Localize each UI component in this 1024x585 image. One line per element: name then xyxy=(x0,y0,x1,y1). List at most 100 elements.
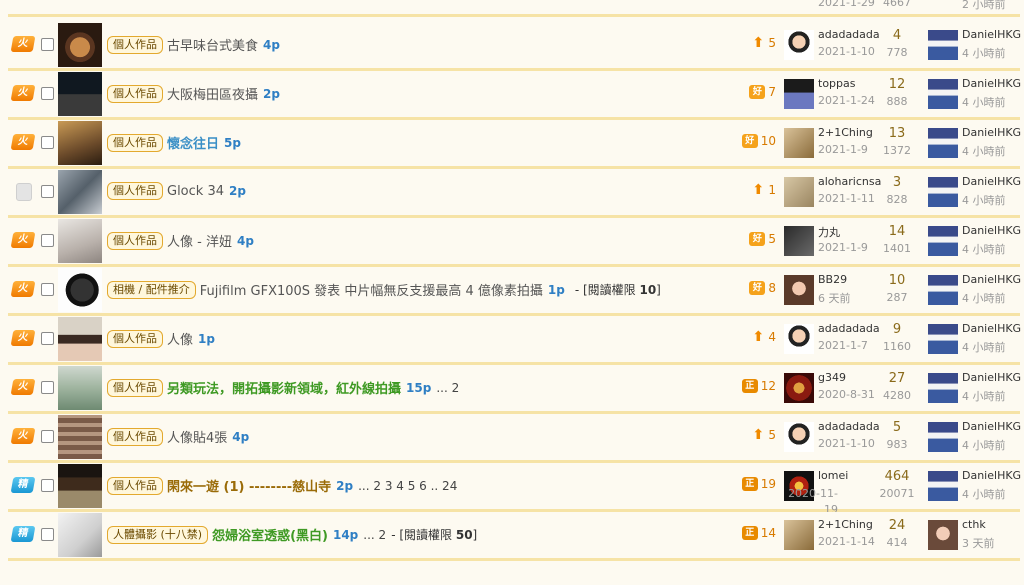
thread-thumbnail[interactable] xyxy=(58,219,102,263)
author-link[interactable]: adadadada xyxy=(818,322,880,335)
last-poster-link[interactable]: DanielHKG xyxy=(962,126,1021,139)
thread-thumbnail[interactable] xyxy=(58,121,102,165)
thread-row[interactable]: 火 個人作品 另類玩法，開拓攝影新領域，紅外線拍攝 15p ... 2 正 12 g34… xyxy=(8,365,1021,414)
thread-title-link[interactable]: 大阪梅田區夜攝 xyxy=(167,88,258,103)
category-tag[interactable]: 個人作品 xyxy=(107,476,163,495)
select-checkbox[interactable] xyxy=(41,38,54,51)
thread-row[interactable]: 精 個人作品 閑來一遊 (1) --------慈山寺 2p ... 2 3 4 5 … xyxy=(8,463,1021,516)
category-tag[interactable]: 個人作品 xyxy=(107,378,163,397)
thread-thumbnail[interactable] xyxy=(58,170,102,214)
thread-title-link[interactable]: Glock 34 xyxy=(167,184,224,199)
thread-row[interactable]: 精 人體攝影 (十八禁) 怨婦浴室透惑(黑白) 14p ... 2 - [閱讀權限 50… xyxy=(8,512,1020,561)
category-tag[interactable]: 個人作品 xyxy=(107,427,163,446)
last-poster-link[interactable]: DanielHKG xyxy=(962,77,1021,90)
last-poster-avatar[interactable] xyxy=(928,422,958,452)
category-tag[interactable]: 個人作品 xyxy=(107,84,163,103)
category-tag[interactable]: 個人作品 xyxy=(107,133,163,152)
thread-thumbnail[interactable] xyxy=(58,513,102,557)
category-tag[interactable]: 相機 / 配件推介 xyxy=(107,280,196,299)
last-poster-avatar[interactable] xyxy=(928,30,958,60)
last-poster-link[interactable]: DanielHKG xyxy=(962,175,1021,188)
last-poster-link[interactable]: DanielHKG xyxy=(962,420,1021,433)
last-poster-avatar[interactable] xyxy=(928,324,958,354)
select-checkbox[interactable] xyxy=(41,283,54,296)
page-links[interactable]: ... 2 xyxy=(363,528,386,542)
select-checkbox[interactable] xyxy=(41,430,54,443)
author-avatar[interactable] xyxy=(784,128,814,158)
last-poster-avatar[interactable] xyxy=(928,177,958,207)
category-tag[interactable]: 人體攝影 (十八禁) xyxy=(107,525,209,544)
select-checkbox[interactable] xyxy=(41,479,54,492)
author-avatar[interactable] xyxy=(784,226,814,256)
page-links[interactable]: ... 2 3 4 5 6 .. 24 xyxy=(358,479,457,493)
category-tag[interactable]: 個人作品 xyxy=(107,329,163,348)
thread-thumbnail[interactable] xyxy=(58,366,102,410)
author-avatar[interactable] xyxy=(784,79,814,109)
thread-row[interactable]: 火 個人作品 人像貼4張 4p ⬆ 5 adadadada 2021-1-10 5 9… xyxy=(8,414,1021,463)
select-checkbox[interactable] xyxy=(41,381,54,394)
author-avatar[interactable] xyxy=(784,422,814,452)
thread-thumbnail[interactable] xyxy=(58,317,102,361)
author-link[interactable]: adadadada xyxy=(818,28,880,41)
last-poster-link[interactable]: DanielHKG xyxy=(962,28,1021,41)
thread-thumbnail[interactable] xyxy=(58,464,102,508)
last-poster-avatar[interactable] xyxy=(928,226,958,256)
last-poster-avatar[interactable] xyxy=(928,520,958,550)
last-poster-link[interactable]: cthk xyxy=(962,518,986,531)
thread-row[interactable]: 火 個人作品 人像 - 洋妞 4p 好5 力丸 2021-1-9 14 1401 D… xyxy=(8,218,1021,267)
thread-title-link[interactable]: Fujifilm GFX100S 發表 中片幅無反支援最高 4 億像素拍攝 xyxy=(200,284,543,299)
select-checkbox[interactable] xyxy=(41,136,54,149)
thread-thumbnail[interactable] xyxy=(58,72,102,116)
thread-row[interactable]: 火 個人作品 人像 1p ⬆ 4 adadadada 2021-1-7 9 1160 … xyxy=(8,316,1021,365)
thread-title-link[interactable]: 人像貼4張 xyxy=(167,431,227,446)
author-link[interactable]: 力丸 xyxy=(818,224,840,240)
thread-thumbnail[interactable] xyxy=(58,415,102,459)
select-checkbox[interactable] xyxy=(41,185,54,198)
author-avatar[interactable] xyxy=(784,373,814,403)
author-link[interactable]: toppas xyxy=(818,77,855,90)
category-tag[interactable]: 個人作品 xyxy=(107,182,163,200)
thread-title-link[interactable]: 人像 xyxy=(167,333,193,348)
author-avatar[interactable] xyxy=(784,30,814,60)
category-tag[interactable]: 個人作品 xyxy=(107,35,163,54)
author-link[interactable]: 2+1Ching xyxy=(818,126,873,139)
last-poster-link[interactable]: DanielHKG xyxy=(962,371,1021,384)
author-avatar[interactable] xyxy=(784,324,814,354)
last-poster-link[interactable]: DanielHKG xyxy=(962,469,1021,482)
author-link[interactable]: BB29 xyxy=(818,273,847,286)
last-poster-avatar[interactable] xyxy=(928,79,958,109)
thread-row[interactable]: 火 個人作品 懷念往日 5p 好 10 2+1Ching 2021-1-9 13 13… xyxy=(8,120,1021,169)
page-links[interactable]: ... 2 xyxy=(436,381,459,395)
author-link[interactable]: adadadada xyxy=(818,420,880,433)
thread-thumbnail[interactable] xyxy=(58,23,102,67)
thread-row[interactable]: 火 相機 / 配件推介 Fujifilm GFX100S 發表 中片幅無反支援最高… xyxy=(8,267,1021,316)
thread-row[interactable]: 火 個人作品 古早味台式美食 4p ⬆ 5 adadadada 2021-1-10 4… xyxy=(8,22,1021,71)
thread-title-link[interactable]: 古早味台式美食 xyxy=(167,39,258,54)
author-link[interactable]: g349 xyxy=(818,371,846,384)
last-poster-avatar[interactable] xyxy=(928,373,958,403)
last-poster-link[interactable]: DanielHKG xyxy=(962,224,1021,237)
thread-row[interactable]: 個人作品 Glock 34 2p ⬆ 1 aloharicnsa 2021-1-11 … xyxy=(8,169,1021,218)
author-avatar[interactable] xyxy=(784,520,814,550)
thread-title-link[interactable]: 懷念往日 xyxy=(167,137,219,152)
select-checkbox[interactable] xyxy=(41,234,54,247)
author-link[interactable]: aloharicnsa xyxy=(818,175,881,188)
last-poster-link[interactable]: DanielHKG xyxy=(962,273,1021,286)
thread-thumbnail[interactable] xyxy=(58,268,102,312)
author-avatar[interactable] xyxy=(784,177,814,207)
last-poster-avatar[interactable] xyxy=(928,128,958,158)
select-checkbox[interactable] xyxy=(41,528,54,541)
last-poster-avatar[interactable] xyxy=(928,275,958,305)
thread-title-link[interactable]: 閑來一遊 (1) --------慈山寺 xyxy=(167,480,331,495)
author-link[interactable]: 2+1Ching xyxy=(818,518,873,531)
select-checkbox[interactable] xyxy=(41,332,54,345)
thread-row[interactable]: 火 個人作品 大阪梅田區夜攝 2p 好7 toppas 2021-1-24 12 8… xyxy=(8,71,1021,120)
thread-title-link[interactable]: 怨婦浴室透惑(黑白) xyxy=(212,529,328,544)
last-poster-avatar[interactable] xyxy=(928,471,958,501)
category-tag[interactable]: 個人作品 xyxy=(107,231,163,250)
author-link[interactable]: lomei xyxy=(818,469,848,482)
author-avatar[interactable] xyxy=(784,275,814,305)
thread-title-link[interactable]: 人像 - 洋妞 xyxy=(167,235,232,250)
thread-title-link[interactable]: 另類玩法，開拓攝影新領域，紅外線拍攝 xyxy=(167,382,401,397)
select-checkbox[interactable] xyxy=(41,87,54,100)
